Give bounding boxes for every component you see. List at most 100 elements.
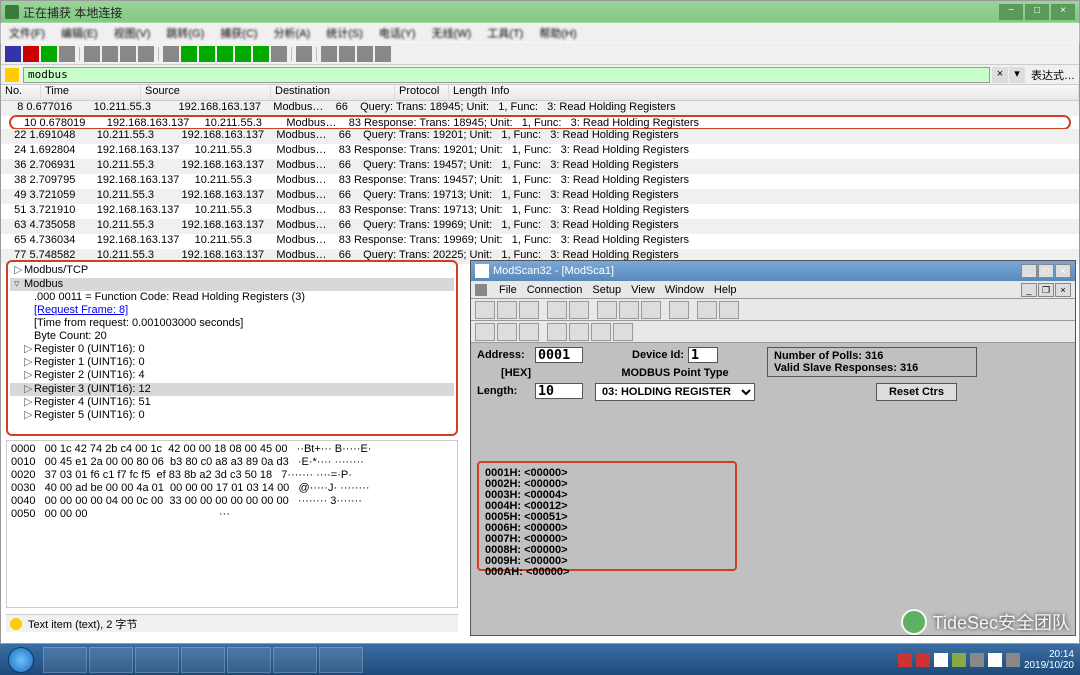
print-icon[interactable] (669, 301, 689, 319)
capture-filters-icon[interactable] (59, 46, 75, 62)
col-no[interactable]: No. (1, 85, 41, 100)
packet-row[interactable]: 38 2.709795 192.168.163.137 10.211.55.3 … (1, 174, 1079, 189)
task-explorer[interactable] (43, 647, 87, 673)
open-icon[interactable] (497, 301, 517, 319)
hex-line[interactable]: 0050 00 00 00 ··· (11, 508, 453, 521)
modscan-child-close[interactable]: × (1055, 283, 1071, 297)
menu-wireless[interactable]: 无线(W) (428, 23, 476, 43)
modscan-maximize-button[interactable]: □ (1038, 264, 1054, 278)
menu-file[interactable]: 文件(F) (5, 23, 49, 43)
packet-list[interactable]: 8 0.677016 10.211.55.3 192.168.163.137 M… (1, 101, 1079, 277)
connect-icon[interactable] (547, 301, 567, 319)
display-swap-icon[interactable] (591, 323, 611, 341)
address-input[interactable] (535, 347, 583, 363)
disconnect-icon[interactable] (569, 301, 589, 319)
task-modscan[interactable] (181, 647, 225, 673)
tray-shield-icon[interactable] (934, 653, 948, 667)
col-source[interactable]: Source (141, 85, 271, 100)
task-cmd[interactable] (89, 647, 133, 673)
trace-icon[interactable] (641, 301, 661, 319)
expert-info-icon[interactable] (10, 618, 22, 630)
modscan-menu-connection[interactable]: Connection (527, 284, 583, 296)
task-app5[interactable] (227, 647, 271, 673)
menu-analyze[interactable]: 分析(A) (270, 23, 315, 43)
menu-go[interactable]: 跳转(G) (162, 23, 208, 43)
open-file-icon[interactable] (84, 46, 100, 62)
hex-pane[interactable]: 0000 00 1c 42 74 2b c4 00 1c 42 00 00 18… (6, 440, 458, 608)
new-icon[interactable] (475, 301, 495, 319)
hex-line[interactable]: 0010 00 45 e1 2a 00 00 80 06 b3 80 c0 a8… (11, 456, 453, 469)
display-dbl-icon[interactable] (569, 323, 589, 341)
col-length[interactable]: Length (449, 85, 487, 100)
packet-row[interactable]: 63 4.735058 10.211.55.3 192.168.163.137 … (1, 219, 1079, 234)
menu-tools[interactable]: 工具(T) (483, 23, 527, 43)
tray-net-icon[interactable] (970, 653, 984, 667)
zoom-in-icon[interactable] (321, 46, 337, 62)
display-bin-icon[interactable] (475, 323, 495, 341)
packet-row[interactable]: 8 0.677016 10.211.55.3 192.168.163.137 M… (1, 101, 1079, 116)
menu-edit[interactable]: 编辑(E) (57, 23, 102, 43)
filter-icon[interactable] (5, 68, 19, 82)
packet-row[interactable]: 51 3.721910 192.168.163.137 10.211.55.3 … (1, 204, 1079, 219)
menu-telephony[interactable]: 电话(Y) (375, 23, 420, 43)
point-type-select[interactable]: 03: HOLDING REGISTER (595, 383, 755, 401)
auto-scroll-icon[interactable] (271, 46, 287, 62)
packet-row[interactable]: 49 3.721059 10.211.55.3 192.168.163.137 … (1, 189, 1079, 204)
detail-register-5[interactable]: ▷Register 5 (UINT16): 0 (10, 409, 454, 422)
hex-line[interactable]: 0020 37 03 01 f6 c1 f7 fc f5 ef 83 8b a2… (11, 469, 453, 482)
expression-label[interactable]: 表达式… (1031, 67, 1075, 83)
detail-register-1[interactable]: ▷Register 1 (UINT16): 0 (10, 356, 454, 369)
hex-line[interactable]: 0040 00 00 00 00 04 00 0c 00 33 00 00 00… (11, 495, 453, 508)
display-hex-icon[interactable] (519, 323, 539, 341)
menu-help[interactable]: 帮助(H) (535, 23, 580, 43)
display-filter-input[interactable] (23, 67, 990, 83)
colorize-icon[interactable] (296, 46, 312, 62)
length-input[interactable] (535, 383, 583, 399)
help-icon[interactable] (719, 301, 739, 319)
tray-power-icon[interactable] (1006, 653, 1020, 667)
zoom-out-icon[interactable] (339, 46, 355, 62)
modscan-close-button[interactable]: × (1055, 264, 1071, 278)
go-back-icon[interactable] (181, 46, 197, 62)
packet-row[interactable]: 65 4.736034 192.168.163.137 10.211.55.3 … (1, 234, 1079, 249)
minimize-button[interactable]: − (999, 4, 1023, 20)
packet-row[interactable]: 36 2.706931 10.211.55.3 192.168.163.137 … (1, 159, 1079, 174)
close-file-icon[interactable] (120, 46, 136, 62)
go-to-packet-icon[interactable] (217, 46, 233, 62)
modscan-child-minimize[interactable]: _ (1021, 283, 1037, 297)
col-info[interactable]: Info (487, 85, 1079, 100)
detail-register-3[interactable]: ▷Register 3 (UINT16): 12 (10, 383, 454, 396)
task-vm[interactable] (135, 647, 179, 673)
maximize-button[interactable]: □ (1025, 4, 1049, 20)
packet-row[interactable]: 22 1.691048 10.211.55.3 192.168.163.137 … (1, 129, 1079, 144)
apply-filter-icon[interactable]: ▾ (1009, 67, 1025, 83)
modscan-menu-setup[interactable]: Setup (592, 284, 621, 296)
save-icon[interactable] (519, 301, 539, 319)
display-fp-icon[interactable] (547, 323, 567, 341)
find-icon[interactable] (163, 46, 179, 62)
task-wireshark[interactable] (273, 647, 317, 673)
restart-capture-icon[interactable] (41, 46, 57, 62)
tray-ime-icon[interactable] (916, 653, 930, 667)
task-app7[interactable] (319, 647, 363, 673)
hex-line[interactable]: 0030 40 00 ad be 00 00 4a 01 00 00 00 17… (11, 482, 453, 495)
display-dec-icon[interactable] (497, 323, 517, 341)
format-icon[interactable] (597, 301, 617, 319)
zoom-reset-icon[interactable] (357, 46, 373, 62)
packet-row[interactable]: 24 1.692804 192.168.163.137 10.211.55.3 … (1, 144, 1079, 159)
detail-modbustcp[interactable]: ▷Modbus/TCP (10, 264, 454, 277)
col-destination[interactable]: Destination (271, 85, 395, 100)
clear-filter-icon[interactable]: × (992, 67, 1008, 83)
resize-columns-icon[interactable] (375, 46, 391, 62)
data-icon[interactable] (619, 301, 639, 319)
start-button[interactable] (0, 644, 42, 675)
tray-clock[interactable]: 20:14 2019/10/20 (1024, 649, 1074, 671)
display-long-icon[interactable] (613, 323, 633, 341)
modscan-menu-help[interactable]: Help (714, 284, 737, 296)
modscan-menu-file[interactable]: File (499, 284, 517, 296)
menu-statistics[interactable]: 统计(S) (322, 23, 367, 43)
tray-vol-icon[interactable] (988, 653, 1002, 667)
detail-modbus[interactable]: ▿Modbus (10, 278, 454, 291)
save-file-icon[interactable] (102, 46, 118, 62)
menu-view[interactable]: 视图(V) (110, 23, 155, 43)
